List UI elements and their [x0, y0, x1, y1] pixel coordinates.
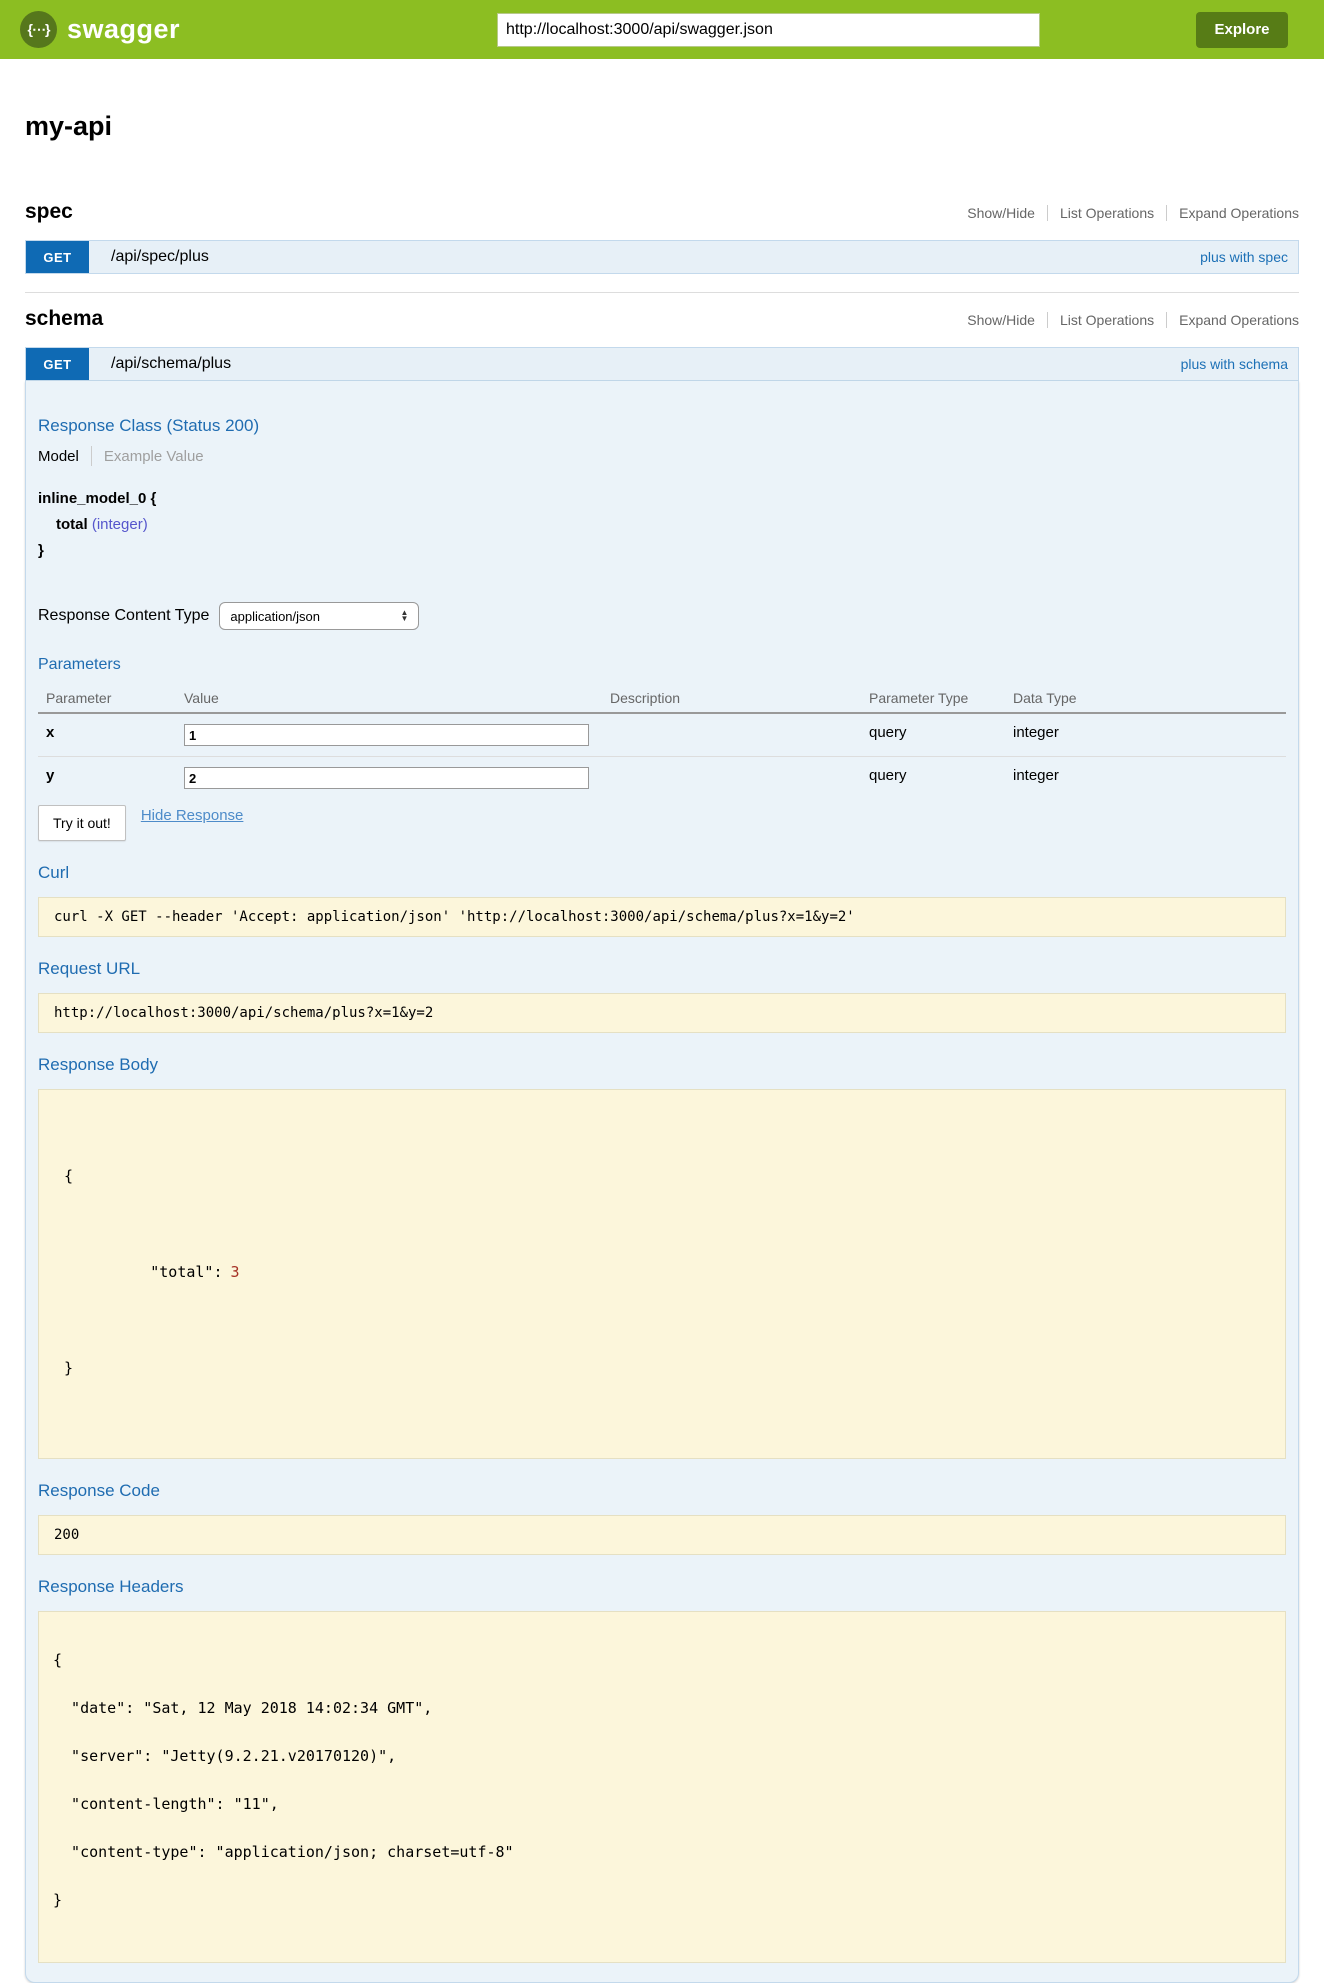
schema-section-controls: Show/Hide List Operations Expand Operati…	[955, 312, 1299, 328]
spec-expand-operations-link[interactable]: Expand Operations	[1167, 205, 1299, 221]
curl-command: curl -X GET --header 'Accept: applicatio…	[38, 897, 1286, 937]
param-name: x	[38, 714, 176, 756]
col-value: Value	[176, 684, 602, 712]
schema-list-operations-link[interactable]: List Operations	[1048, 312, 1166, 328]
model-property-type: (integer)	[92, 516, 148, 533]
schema-section-title[interactable]: schema	[25, 307, 103, 331]
response-class-heading: Response Class (Status 200)	[38, 416, 1286, 436]
response-headers-heading: Response Headers	[38, 1577, 1286, 1597]
try-row: Try it out! Hide Response	[38, 805, 1286, 841]
schema-get-button[interactable]: GET	[26, 348, 89, 380]
response-headers-value: { "date": "Sat, 12 May 2018 14:02:34 GMT…	[38, 1611, 1286, 1963]
spec-section-title[interactable]: spec	[25, 200, 73, 224]
response-body-value: { "total": 3 }	[38, 1089, 1286, 1459]
param-name: y	[38, 757, 176, 799]
request-url-value: http://localhost:3000/api/schema/plus?x=…	[38, 993, 1286, 1033]
param-type: query	[861, 757, 1005, 799]
response-code-heading: Response Code	[38, 1481, 1286, 1501]
explore-button[interactable]: Explore	[1196, 12, 1288, 48]
table-row: x query integer	[38, 714, 1286, 757]
chevron-updown-icon: ▲▼	[400, 610, 408, 622]
selected-content-type: application/json	[230, 609, 320, 624]
headers-line: "server": "Jetty(9.2.21.v20170120)",	[53, 1748, 1270, 1764]
hide-response-link[interactable]: Hide Response	[141, 807, 244, 824]
param-description	[602, 714, 861, 756]
param-data-type: integer	[1005, 714, 1286, 756]
model-signature: inline_model_0 { total (integer) }	[38, 486, 1286, 564]
model-open-line: inline_model_0 {	[38, 486, 1286, 512]
header-bar: {⋯} swagger Explore	[0, 0, 1324, 59]
brand-title: swagger	[67, 14, 180, 45]
curl-heading: Curl	[38, 863, 1286, 883]
model-close-line: }	[38, 538, 1286, 564]
page-title: my-api	[25, 111, 1299, 142]
swagger-logo-icon: {⋯}	[20, 11, 57, 48]
col-parameter: Parameter	[38, 684, 176, 712]
schema-show-hide-link[interactable]: Show/Hide	[955, 312, 1047, 328]
model-tabs: Model Example Value	[38, 446, 1286, 466]
param-data-type: integer	[1005, 757, 1286, 799]
headers-line: "date": "Sat, 12 May 2018 14:02:34 GMT",	[53, 1700, 1270, 1716]
headers-line: "content-type": "application/json; chars…	[53, 1844, 1270, 1860]
api-url-input[interactable]	[497, 13, 1040, 47]
parameters-table-header: Parameter Value Description Parameter Ty…	[38, 684, 1286, 714]
section-divider	[25, 292, 1299, 293]
json-open-brace: {	[64, 1164, 1270, 1188]
json-close-brace: }	[64, 1356, 1270, 1380]
schema-operation-path[interactable]: /api/schema/plus	[89, 348, 231, 380]
col-description: Description	[602, 684, 861, 712]
spec-show-hide-link[interactable]: Show/Hide	[955, 205, 1047, 221]
spec-operation-row: GET /api/spec/plus plus with spec	[25, 240, 1299, 274]
spec-section-controls: Show/Hide List Operations Expand Operati…	[955, 205, 1299, 221]
parameters-heading: Parameters	[38, 656, 1286, 674]
parameters-table: Parameter Value Description Parameter Ty…	[38, 684, 1286, 799]
schema-operation-summary-link[interactable]: plus with schema	[1181, 348, 1298, 380]
model-property-line: total (integer)	[38, 512, 1286, 538]
brand[interactable]: {⋯} swagger	[20, 11, 180, 48]
col-parameter-type: Parameter Type	[861, 684, 1005, 712]
param-y-input[interactable]	[184, 767, 589, 789]
table-row: y query integer	[38, 757, 1286, 799]
json-key: "total":	[150, 1263, 222, 1281]
operation-panel: Response Class (Status 200) Model Exampl…	[25, 381, 1299, 1983]
tab-model[interactable]: Model	[38, 448, 91, 465]
param-x-input[interactable]	[184, 724, 589, 746]
response-content-type-select[interactable]: application/json ▲▼	[219, 602, 419, 630]
spec-operation-path[interactable]: /api/spec/plus	[89, 241, 209, 273]
param-type: query	[861, 714, 1005, 756]
response-content-type-row: Response Content Type application/json ▲…	[38, 602, 1286, 630]
headers-line: {	[53, 1652, 1270, 1668]
headers-line: "content-length": "11",	[53, 1796, 1270, 1812]
spec-list-operations-link[interactable]: List Operations	[1048, 205, 1166, 221]
json-number-value: 3	[231, 1263, 240, 1281]
tab-example-value[interactable]: Example Value	[92, 448, 204, 465]
request-url-heading: Request URL	[38, 959, 1286, 979]
response-code-value: 200	[38, 1515, 1286, 1555]
model-property-name: total	[56, 516, 88, 533]
response-content-type-label: Response Content Type	[38, 607, 209, 625]
logo-glyph: {⋯}	[28, 21, 50, 38]
schema-section-header: schema Show/Hide List Operations Expand …	[25, 307, 1299, 331]
spec-section-header: spec Show/Hide List Operations Expand Op…	[25, 200, 1299, 224]
try-it-out-button[interactable]: Try it out!	[38, 805, 126, 841]
schema-expand-operations-link[interactable]: Expand Operations	[1167, 312, 1299, 328]
spec-get-button[interactable]: GET	[26, 241, 89, 273]
schema-operation-row: GET /api/schema/plus plus with schema	[25, 347, 1299, 381]
spec-operation-summary-link[interactable]: plus with spec	[1200, 241, 1298, 273]
param-description	[602, 757, 861, 799]
col-data-type: Data Type	[1005, 684, 1286, 712]
json-total-line: "total": 3	[64, 1236, 1270, 1308]
headers-line: }	[53, 1892, 1270, 1908]
response-body-heading: Response Body	[38, 1055, 1286, 1075]
